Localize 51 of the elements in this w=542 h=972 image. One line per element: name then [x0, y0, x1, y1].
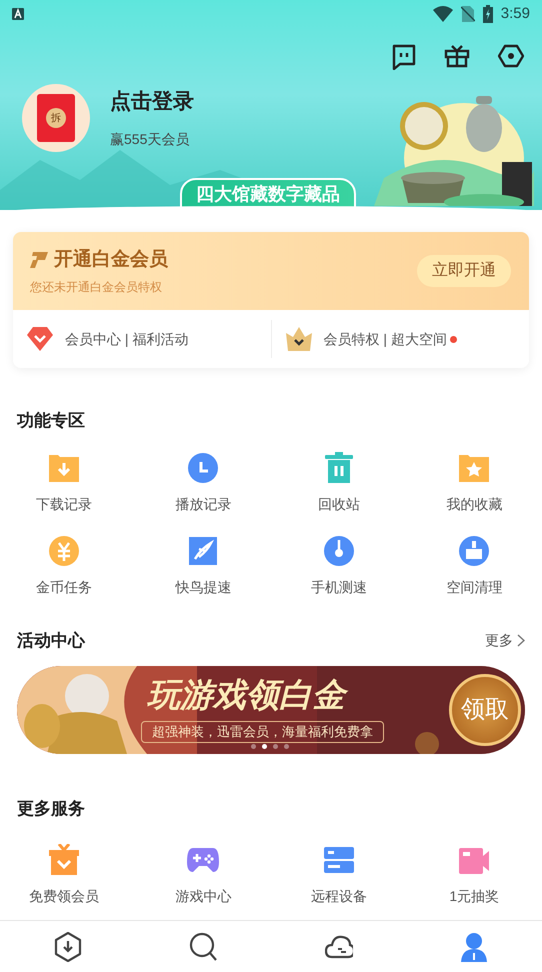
avatar[interactable]: 拆: [22, 84, 90, 152]
activity-banner[interactable]: 玩游戏领白金 超强神装，迅雷会员，海量福利免费拿 领取: [17, 666, 525, 754]
feature-item[interactable]: 免费领会员: [0, 844, 136, 906]
settings-icon[interactable]: [498, 44, 524, 68]
status-time: 3:59: [500, 4, 530, 24]
broom-icon: [458, 535, 490, 567]
download-icon[interactable]: [54, 932, 82, 962]
no-sim-icon: [460, 6, 475, 22]
vip-title: 开通白金会员: [54, 248, 168, 272]
folder-star-icon: [458, 452, 490, 484]
platinum-logo-icon: [30, 252, 48, 268]
login-title[interactable]: 点击登录: [110, 86, 194, 118]
member-link[interactable]: 会员中心 | 福利活动: [13, 320, 270, 358]
search-icon[interactable]: [189, 932, 218, 962]
bird-icon: [187, 535, 220, 567]
feature-item[interactable]: 1元抽奖: [406, 844, 542, 906]
battery-charging-icon: [482, 5, 493, 23]
activate-button[interactable]: 立即开通: [417, 255, 511, 287]
feature-item[interactable]: 我的收藏: [406, 452, 542, 515]
app-notification-icon: [12, 8, 24, 20]
folder-download-icon: [48, 452, 80, 484]
more-link[interactable]: 更多: [485, 630, 525, 652]
envelope-seal: 拆: [46, 108, 66, 128]
section-title: 更多服务: [17, 798, 85, 818]
feature-item[interactable]: 下载记录: [0, 452, 136, 515]
feature-item[interactable]: 游戏中心: [136, 844, 271, 906]
wifi-icon: [432, 6, 453, 22]
trash-icon: [322, 452, 355, 484]
crown-icon: [286, 327, 312, 351]
gift-icon[interactable]: [444, 44, 470, 68]
gift-box-icon: [48, 844, 80, 876]
feature-item[interactable]: 回收站: [271, 452, 406, 515]
feature-item[interactable]: 远程设备: [271, 844, 406, 906]
feature-item[interactable]: 快鸟提速: [136, 535, 271, 598]
member-subtitle: 赢555天会员: [110, 130, 190, 150]
section-title: 功能专区: [17, 411, 85, 430]
banner-tagline: 超强神装，迅雷会员，海量福利免费拿: [141, 720, 384, 742]
member-link[interactable]: 会员特权 | 超大空间: [270, 320, 529, 358]
feature-item[interactable]: 播放记录: [136, 452, 271, 515]
section-title: 活动中心: [17, 630, 85, 652]
person-icon[interactable]: [460, 932, 488, 962]
chevron-right-icon: [517, 634, 525, 648]
yen-coin-icon: [48, 535, 80, 567]
vip-subtitle: 您还未开通白金会员特权: [30, 279, 163, 296]
gem-heart-icon: [27, 327, 53, 351]
message-icon[interactable]: [392, 44, 416, 70]
gauge-icon: [322, 535, 355, 567]
feature-item[interactable]: 金币任务: [0, 535, 136, 598]
clock-icon: [187, 452, 220, 484]
feature-item[interactable]: 手机测速: [271, 535, 406, 598]
feature-item[interactable]: 空间清理: [406, 535, 542, 598]
